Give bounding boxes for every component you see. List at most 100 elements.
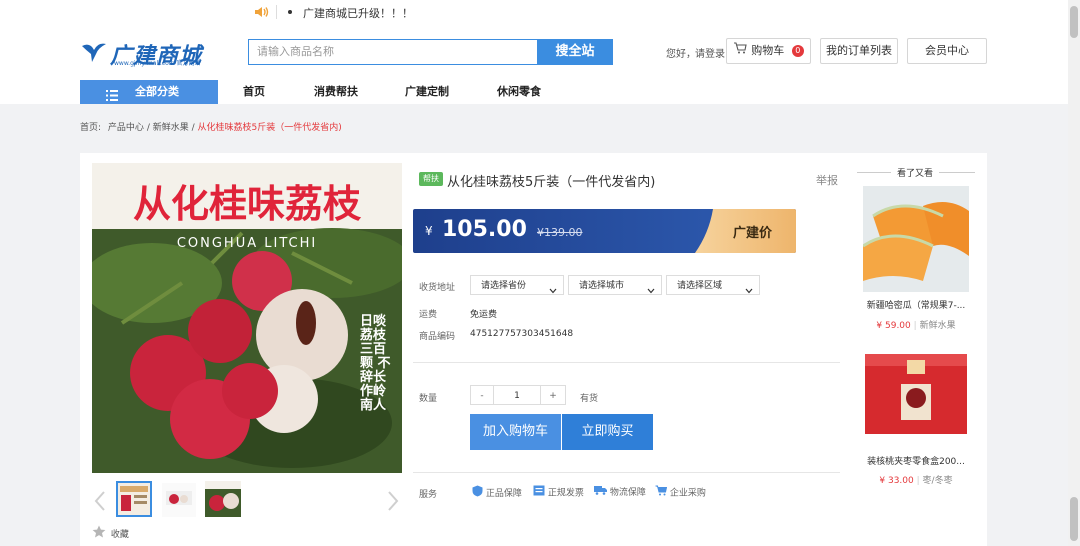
breadcrumb-category[interactable]: 新鲜水果: [153, 123, 189, 133]
add-to-cart-button[interactable]: 加入购物车: [470, 414, 561, 450]
district-select-label: 请选择区域: [677, 281, 723, 291]
sidebar-title-line-right: [939, 172, 975, 173]
thumbnail-2[interactable]: [162, 483, 196, 517]
nav-item-home[interactable]: 首页: [243, 80, 265, 104]
freight-label: 运费: [419, 310, 438, 320]
nav-item-custom[interactable]: 广建定制: [405, 80, 449, 104]
thumbnail-3[interactable]: [205, 481, 241, 517]
service-invoice: 正规发票: [533, 485, 584, 499]
service-genuine-label: 正品保障: [485, 489, 522, 499]
province-select[interactable]: 请选择省份: [470, 275, 564, 295]
speaker-icon: [254, 4, 270, 18]
quantity-increase-button[interactable]: +: [540, 385, 566, 405]
window-scrollbar[interactable]: [1068, 0, 1080, 546]
recommend-item-title[interactable]: 新疆哈密瓜（常规果7-...: [862, 298, 970, 311]
quantity-input[interactable]: 1: [493, 385, 541, 405]
recommend-item-category: 枣/冬枣: [922, 476, 953, 486]
search-input[interactable]: 请输入商品名称: [248, 39, 546, 65]
member-center-button[interactable]: 会员中心: [907, 38, 987, 64]
address-label: 收货地址: [419, 283, 456, 293]
recommend-item-category: 新鲜水果: [919, 321, 956, 331]
recommend-image-melon[interactable]: [863, 186, 969, 292]
nav-item-poverty-aid[interactable]: 消费帮扶: [314, 80, 358, 104]
recommend-item-price-row: ¥ 33.00 | 枣/冬枣: [862, 473, 970, 486]
section-divider: [413, 362, 840, 363]
price-label: 广建价: [733, 226, 773, 241]
recommend-item-price: ¥ 59.00: [876, 321, 911, 331]
breadcrumb-product-center[interactable]: 产品中心: [108, 123, 144, 133]
service-genuine: 正品保障: [472, 485, 522, 500]
all-categories-label: 全部分类: [135, 85, 179, 98]
price-divider: |: [913, 321, 917, 331]
logo-bird-icon: [80, 40, 108, 64]
shopping-cart-icon: [655, 485, 668, 499]
price-value: 105.00: [442, 217, 527, 242]
province-select-label: 请选择省份: [481, 281, 527, 291]
breadcrumb-separator: /: [191, 123, 195, 133]
breadcrumb-home[interactable]: 首页:: [80, 123, 101, 133]
image-banner-english: CONGHUA LITCHI: [176, 236, 318, 251]
image-poem: 日啖荔枝三百颗 不辞长作岭南人: [360, 314, 391, 413]
topbar-divider: [276, 5, 277, 19]
product-code-label: 商品编码: [419, 332, 456, 342]
menu-list-icon: [106, 86, 118, 110]
price-currency: ¥: [425, 224, 433, 238]
top-notice-bar: [0, 0, 1068, 26]
recommend-item-price-row: ¥ 59.00 | 新鲜水果: [862, 318, 970, 331]
city-select-label: 请选择城市: [579, 281, 625, 291]
image-banner-title: 从化桂味荔枝: [132, 181, 361, 226]
service-logistics: 物流保障: [594, 485, 646, 498]
report-link[interactable]: 举报: [816, 172, 838, 188]
cart-button[interactable]: 购物车 0: [726, 38, 811, 64]
favorite-label: 收藏: [110, 529, 129, 540]
district-select[interactable]: 请选择区域: [666, 275, 760, 295]
city-select[interactable]: 请选择城市: [568, 275, 662, 295]
my-orders-button[interactable]: 我的订单列表: [820, 38, 898, 64]
service-enterprise: 企业采购: [655, 485, 706, 499]
service-enterprise-label: 企业采购: [669, 488, 706, 499]
scrollbar-thumb-lower[interactable]: [1070, 497, 1078, 541]
product-code-value: 475127757303451648: [470, 329, 574, 339]
freight-value: 免运费: [470, 310, 498, 320]
thumbnail-1[interactable]: [116, 481, 152, 517]
notice-bullet: [288, 10, 292, 14]
recommend-image-gift-box[interactable]: [863, 352, 969, 436]
price-bar: ¥ 105.00 ¥139.00 广建价: [413, 209, 796, 253]
nav-item-snacks[interactable]: 休闲零食: [497, 80, 541, 104]
section-divider: [413, 472, 840, 473]
chevron-down-icon: [745, 282, 753, 302]
service-invoice-label: 正规发票: [547, 488, 584, 499]
recommend-item-price: ¥ 33.00: [879, 476, 914, 486]
quantity-decrease-button[interactable]: -: [470, 385, 494, 405]
thumbnail-next-arrow[interactable]: [386, 490, 400, 516]
invoice-icon: [533, 485, 545, 499]
product-main-image[interactable]: 从化桂味荔枝 CONGHUA LITCHI 日啖荔枝三百颗 不辞长作岭南人: [92, 163, 402, 473]
breadcrumb: 首页: 产品中心 / 新鲜水果 / 从化桂味荔枝5斤装（一件代发省内): [80, 120, 342, 133]
recommend-item-title[interactable]: 装核桃夹枣零食盒200...: [862, 454, 970, 467]
search-button[interactable]: 搜全站: [537, 39, 613, 65]
product-title: 从化桂味荔枝5斤装（一件代发省内): [447, 175, 656, 190]
quantity-label: 数量: [419, 394, 438, 404]
service-label: 服务: [419, 490, 438, 500]
sidebar-title-line-left: [857, 172, 891, 173]
all-categories-button[interactable]: 全部分类: [80, 80, 218, 104]
login-link[interactable]: 请登录: [695, 45, 725, 60]
sidebar-title: 看了又看: [897, 169, 934, 179]
greeting-text: 您好，: [666, 49, 696, 60]
favorite-button[interactable]: 收藏: [92, 525, 129, 541]
buy-now-button[interactable]: 立即购买: [562, 414, 653, 450]
truck-icon: [594, 485, 607, 498]
cart-icon: [733, 39, 747, 63]
original-price: ¥139.00: [537, 226, 583, 239]
breadcrumb-separator: /: [146, 123, 150, 133]
price-divider: |: [916, 476, 920, 486]
logo-subtext: www.gjmy-mall.com 官方网站: [114, 60, 201, 67]
chevron-down-icon: [647, 282, 655, 302]
chevron-down-icon: [549, 282, 557, 302]
thumbnail-prev-arrow[interactable]: [93, 490, 107, 516]
scrollbar-thumb[interactable]: [1070, 6, 1078, 38]
product-tag-badge: 帮扶: [419, 172, 443, 186]
shield-icon: [472, 485, 483, 500]
cart-count-badge: 0: [791, 45, 804, 57]
notice-text[interactable]: 广建商城已升级！！！: [303, 5, 413, 21]
